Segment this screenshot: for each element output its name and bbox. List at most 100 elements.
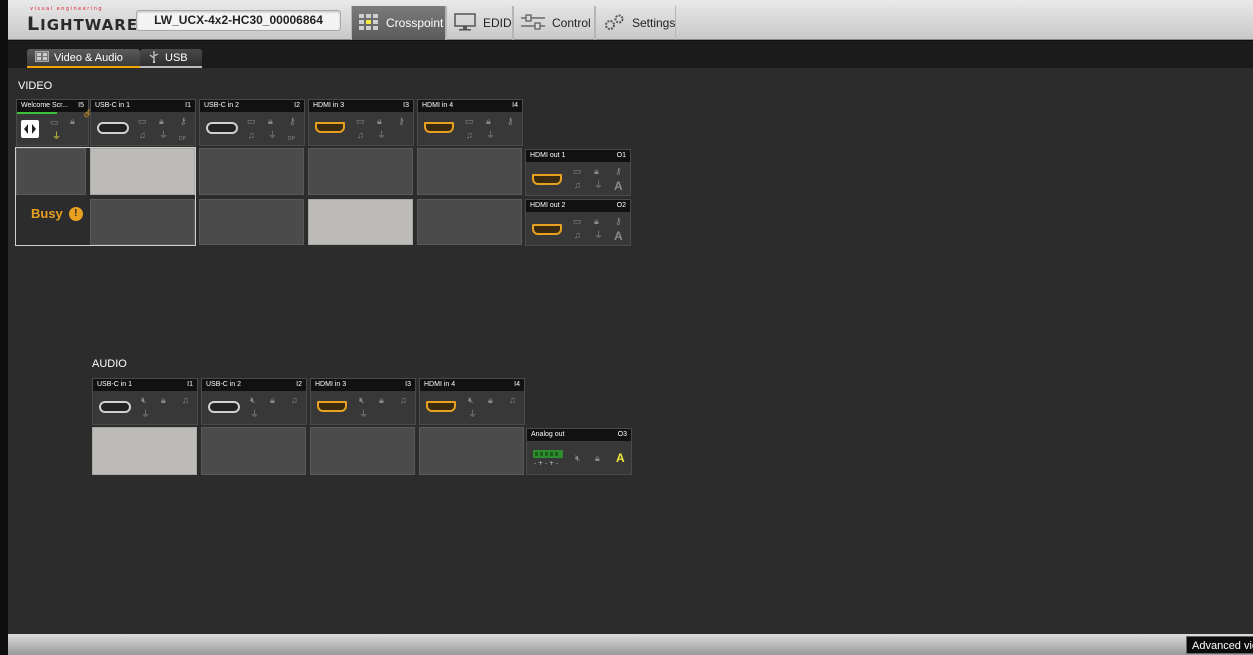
- subtab-video-audio[interactable]: Video & Audio: [27, 49, 140, 68]
- port-header: HDMI in 3 I3: [311, 379, 415, 391]
- port-name: HDMI in 4: [424, 381, 456, 388]
- hdmi-connector-icon: [315, 122, 345, 133]
- key-icon: ⚷: [615, 166, 622, 176]
- device-name-field[interactable]: LW_UCX-4x2-HC30_00006864: [136, 10, 341, 31]
- lightware-logo: visual engineering LIGHTWARE: [27, 6, 137, 35]
- subtab-usb[interactable]: USB: [140, 49, 202, 68]
- lock-icon: 🔒︎: [268, 116, 273, 126]
- displayport-label: DP: [179, 136, 186, 142]
- power-plug-icon: ⏚: [359, 409, 369, 419]
- crosspoint-cell-o1-i4[interactable]: [417, 148, 522, 195]
- video-input-usbc-2[interactable]: USB-C in 2 I2 ▭ 🔒︎ ⚷ ♫ ⏚ DP: [199, 99, 305, 146]
- lock-icon: 🔒︎: [595, 453, 600, 463]
- audio-crosspoint-cell-o3-i3[interactable]: [310, 427, 415, 475]
- usb-c-connector-icon: [97, 122, 129, 134]
- busy-label: Busy: [31, 206, 63, 221]
- audio-crosspoint-cell-o3-i2[interactable]: [201, 427, 306, 475]
- display-icon: ▭: [573, 166, 582, 176]
- display-icon: ▭: [573, 216, 582, 226]
- crosspoint-cell-o2-i3[interactable]: [308, 199, 413, 245]
- brand-tagline: visual engineering: [30, 6, 104, 12]
- brand-rest: IGHTWARE: [40, 16, 139, 34]
- crosspoint-cell-o2-i4[interactable]: [417, 199, 522, 245]
- audio-input-usbc-2[interactable]: USB-C in 2 I2 🔇︎ 🔒︎ ♫ ⏚: [201, 378, 307, 425]
- power-plug-icon: ⏚: [159, 130, 169, 140]
- lock-icon: 🔒︎: [70, 116, 75, 126]
- port-name: HDMI out 1: [530, 152, 566, 159]
- power-plug-icon: ⏚: [250, 409, 260, 419]
- lock-icon: 🔒︎: [270, 395, 275, 405]
- port-id: I3: [403, 102, 409, 109]
- port-header: USB-C in 1 I1: [91, 100, 195, 112]
- crosspoint-cell-o1-i5[interactable]: [16, 148, 86, 195]
- usb-c-connector-icon: [206, 122, 238, 134]
- lock-icon: 🔒︎: [488, 395, 493, 405]
- music-note-icon: ♫: [139, 130, 146, 140]
- audio-crosspoint-cell-o3-i1[interactable]: [92, 427, 197, 475]
- video-output-hdmi-2[interactable]: HDMI out 2 O2 ▭ 🔒︎ ⚷ ♫ ⏚ A: [525, 199, 631, 246]
- music-note-icon: ♫: [574, 230, 581, 240]
- music-note-icon: ♫: [466, 130, 473, 140]
- port-header: HDMI in 4 I4: [420, 379, 524, 391]
- port-name: Welcome Scr...: [21, 102, 68, 109]
- bottom-bar: Advanced vie: [8, 634, 1253, 655]
- tab-control-label: Control: [552, 16, 591, 30]
- audio-input-hdmi-3[interactable]: HDMI in 3 I3 🔇︎ 🔒︎ ♫ ⏚: [310, 378, 416, 425]
- crosspoint-cell-o1-i1[interactable]: [90, 148, 195, 195]
- audio-crosspoint-cell-o3-i4[interactable]: [419, 427, 524, 475]
- lock-icon: 🔒︎: [379, 395, 384, 405]
- subtab-strip: Video & Audio USB: [8, 41, 1253, 68]
- video-output-hdmi-1[interactable]: HDMI out 1 O1 ▭ 🔒︎ ⚷ ♫ ⏚ A: [525, 149, 631, 196]
- port-name: USB-C in 1: [97, 381, 133, 388]
- audio-input-usbc-1[interactable]: USB-C in 1 I1 🔇︎ 🔒︎ ♫ ⏚: [92, 378, 198, 425]
- monitor-icon: [453, 12, 477, 34]
- port-id: O1: [616, 152, 626, 159]
- port-id: I4: [512, 102, 518, 109]
- lock-icon: 🔒︎: [377, 116, 382, 126]
- crosspoint-cell-o2-i1[interactable]: [90, 199, 195, 245]
- displayport-label: DP: [288, 136, 295, 142]
- usb-c-connector-icon: [99, 401, 131, 413]
- key-icon: ⚷: [289, 116, 296, 126]
- music-note-icon: ♫: [248, 130, 255, 140]
- tab-control[interactable]: Control: [513, 6, 595, 40]
- port-id: I1: [187, 381, 193, 388]
- crosspoint-cell-o2-i2[interactable]: [199, 199, 304, 245]
- display-icon: ▭: [138, 116, 147, 126]
- crosspoint-cell-o1-i3[interactable]: [308, 148, 413, 195]
- audio-output-analog[interactable]: Analog out O3 - + - + - 🔇︎ 🔒︎ A: [526, 428, 632, 475]
- usb-c-connector-icon: [208, 401, 240, 413]
- crosspoint-cell-o1-i2[interactable]: [199, 148, 304, 195]
- mute-icon: 🔇︎: [141, 395, 147, 405]
- signal-indicator: [17, 112, 57, 114]
- mute-icon: 🔇︎: [575, 453, 581, 463]
- mute-icon: 🔇︎: [468, 395, 474, 405]
- tab-crosspoint[interactable]: Crosspoint: [351, 6, 446, 40]
- port-header: HDMI in 3 I3: [309, 100, 413, 112]
- tab-edid[interactable]: EDID: [446, 6, 513, 40]
- audio-input-hdmi-4[interactable]: HDMI in 4 I4 🔇︎ 🔒︎ ♫ ⏚: [419, 378, 525, 425]
- video-input-hdmi-4[interactable]: HDMI in 4 I4 ▭ 🔒︎ ⚷ ♫ ⏚: [417, 99, 523, 146]
- power-plug-icon: ⏚: [468, 409, 478, 419]
- lock-icon: 🔒︎: [594, 216, 599, 226]
- tab-settings[interactable]: Settings: [595, 6, 676, 40]
- display-icon: ▭: [465, 116, 474, 126]
- usb-icon: [148, 50, 160, 66]
- music-note-icon: ♫: [400, 395, 407, 405]
- music-note-icon: ♫: [357, 130, 364, 140]
- hdmi-connector-icon: [532, 174, 562, 185]
- video-input-welcome-screen[interactable]: Welcome Scr... I5 ▭ 🔒︎ ⏚ 🔗︎: [16, 99, 93, 146]
- advanced-view-button[interactable]: Advanced vie: [1186, 636, 1253, 654]
- key-icon: ⚷: [507, 116, 514, 126]
- power-plug-icon: ⏚: [141, 409, 151, 419]
- port-header: HDMI in 4 I4: [418, 100, 522, 112]
- tab-settings-label: Settings: [632, 16, 676, 30]
- video-input-usbc-1[interactable]: USB-C in 1 I1 ▭ 🔒︎ ⚷ ♫ ⏚ DP: [90, 99, 196, 146]
- music-note-icon: ♫: [509, 395, 516, 405]
- power-plug-icon: ⏚: [377, 130, 387, 140]
- video-input-hdmi-3[interactable]: HDMI in 3 I3 ▭ 🔒︎ ⚷ ♫ ⏚: [308, 99, 414, 146]
- power-plug-icon: ⏚: [486, 130, 496, 140]
- port-header: HDMI out 2 O2: [526, 200, 630, 212]
- port-id: O2: [616, 202, 626, 209]
- key-icon: ⚷: [398, 116, 405, 126]
